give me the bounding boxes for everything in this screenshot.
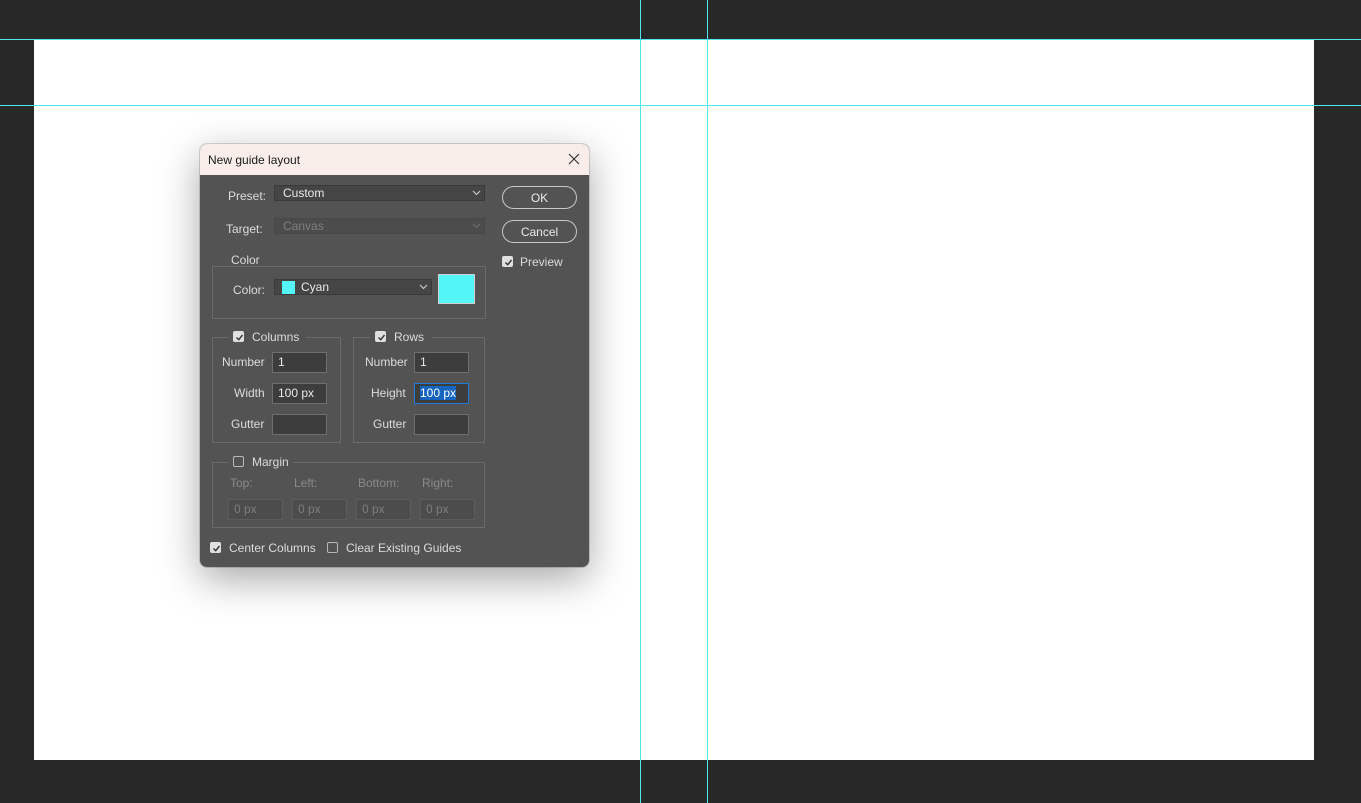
margin-left-input: 0 px [292, 499, 347, 520]
columns-checkbox[interactable] [233, 331, 244, 342]
columns-number-input[interactable]: 1 [272, 352, 327, 373]
close-icon[interactable] [567, 152, 581, 166]
margin-top-label: Top: [230, 476, 253, 490]
color-select[interactable]: Cyan [274, 279, 432, 295]
center-columns-checkbox[interactable] [210, 542, 221, 553]
margin-top-input: 0 px [228, 499, 283, 520]
color-swatch-button[interactable] [438, 274, 475, 304]
dialog-title: New guide layout [208, 153, 301, 167]
chevron-down-icon [419, 284, 428, 290]
preset-label: Preset: [228, 189, 267, 203]
rows-gutter-label: Gutter [373, 417, 407, 431]
rows-height-label: Height [371, 386, 406, 400]
columns-gutter-input[interactable] [272, 414, 327, 435]
dialog-titlebar[interactable]: New guide layout [200, 144, 589, 175]
margin-right-label: Right: [422, 476, 454, 490]
margin-bottom-label: Bottom: [358, 476, 400, 490]
target-value: Canvas [283, 219, 324, 233]
preset-select[interactable]: Custom [274, 185, 485, 201]
chevron-down-icon [472, 190, 481, 196]
rows-number-label: Number [365, 355, 408, 369]
rows-checkbox[interactable] [375, 331, 386, 342]
vertical-guide[interactable] [640, 0, 641, 803]
vertical-guide[interactable] [707, 0, 708, 803]
margin-legend: Margin [252, 455, 289, 469]
color-label: Color: [233, 283, 266, 297]
color-value: Cyan [301, 280, 330, 294]
clear-guides-checkbox[interactable] [327, 542, 338, 553]
chevron-down-icon [472, 223, 481, 229]
margin-right-input: 0 px [420, 499, 475, 520]
columns-legend: Columns [252, 330, 300, 344]
checkmark-icon [213, 545, 221, 552]
columns-gutter-label: Gutter [231, 417, 265, 431]
rows-legend: Rows [394, 330, 425, 344]
preset-value: Custom [283, 186, 325, 200]
preview-label: Preview [520, 255, 563, 269]
color-group-legend: Color [231, 253, 260, 267]
margin-left-label: Left: [294, 476, 318, 490]
rows-number-input[interactable]: 1 [414, 352, 469, 373]
checkmark-icon [378, 334, 386, 341]
target-label: Target: [226, 222, 263, 236]
color-swatch-small [282, 281, 295, 294]
checkmark-icon [505, 259, 513, 266]
horizontal-guide[interactable] [0, 105, 1361, 106]
margin-checkbox[interactable] [233, 456, 244, 467]
ok-button[interactable]: OK [502, 186, 577, 209]
target-select: Canvas [274, 218, 485, 234]
checkmark-icon [236, 334, 244, 341]
margin-bottom-input: 0 px [356, 499, 411, 520]
horizontal-guide[interactable] [0, 39, 1361, 40]
center-columns-label: Center Columns [229, 541, 316, 555]
rows-height-input[interactable]: 100 px [414, 383, 469, 404]
clear-guides-label: Clear Existing Guides [346, 541, 462, 555]
preview-checkbox[interactable] [502, 256, 513, 267]
columns-number-label: Number [222, 355, 265, 369]
rows-height-value: 100 px [420, 386, 457, 400]
rows-gutter-input[interactable] [414, 414, 469, 435]
columns-width-input[interactable]: 100 px [272, 383, 327, 404]
new-guide-layout-dialog: New guide layout Preset: Custom Target: … [200, 144, 589, 567]
cancel-button[interactable]: Cancel [502, 220, 577, 243]
columns-width-label: Width [234, 386, 265, 400]
